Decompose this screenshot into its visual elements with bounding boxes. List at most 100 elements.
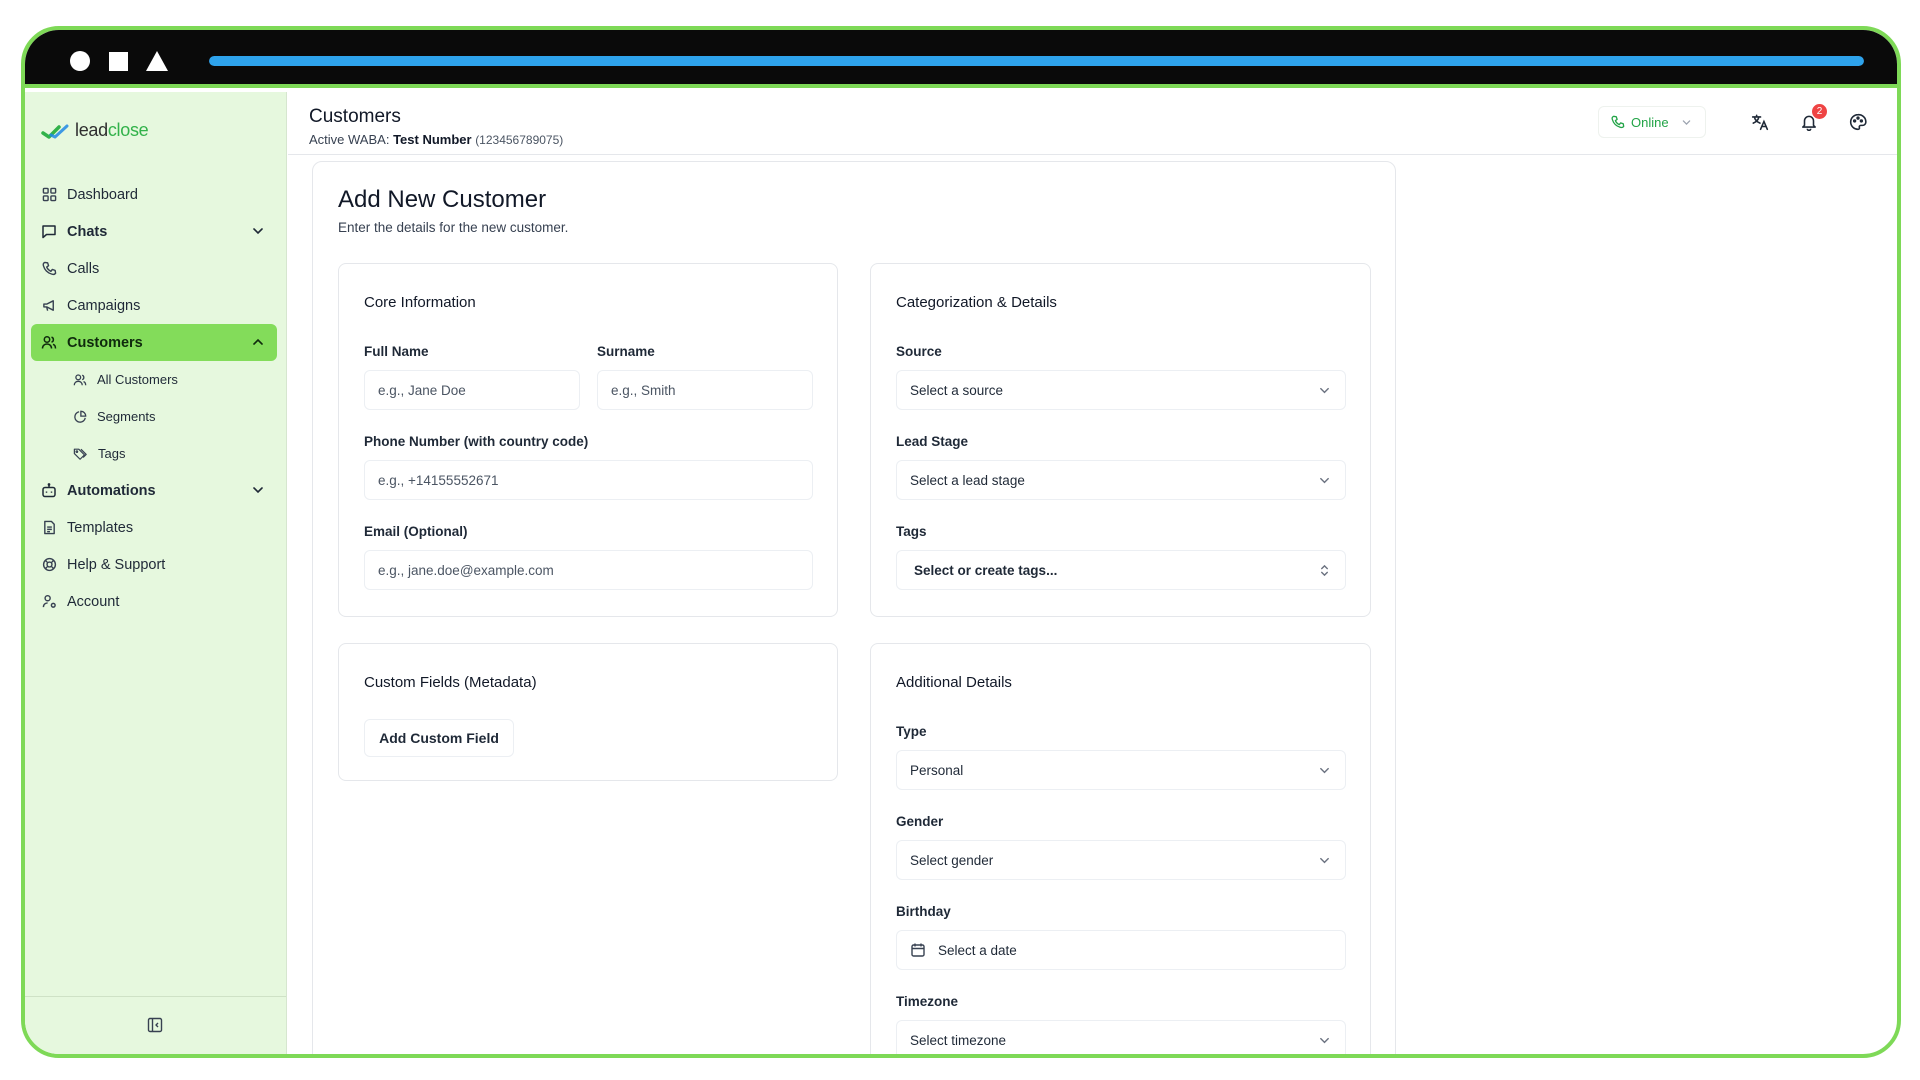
panel-title: Additional Details	[896, 674, 1012, 691]
phone-icon	[1611, 115, 1625, 129]
user-cog-icon	[41, 594, 57, 610]
tags-combobox[interactable]: Select or create tags...	[896, 550, 1346, 590]
chevron-down-icon[interactable]	[251, 483, 265, 497]
source-select-value: Select a source	[910, 382, 1004, 398]
sidebar-item-label: All Customers	[97, 372, 178, 387]
brand-name: leadclose	[75, 120, 149, 140]
phone-label: Phone Number (with country code)	[364, 434, 589, 449]
message-square-icon	[41, 224, 57, 240]
users-icon	[41, 335, 57, 351]
sidebar-item-templates[interactable]: Templates	[31, 509, 277, 546]
chevron-down-icon	[1320, 1037, 1329, 1044]
sidebar-item-label: Campaigns	[67, 297, 141, 314]
additional-details-panel: Additional Details Type Personal Gender …	[870, 643, 1371, 1054]
tags-label: Tags	[896, 524, 927, 539]
timezone-select[interactable]: Select timezone	[896, 1020, 1346, 1054]
sidebar-item-label: Help & Support	[67, 556, 166, 573]
sidebar-item-help-support[interactable]: Help & Support	[31, 546, 277, 583]
email-label: Email (Optional)	[364, 524, 468, 539]
add-custom-field-button[interactable]: Add Custom Field	[364, 719, 514, 757]
sidebar-item-calls[interactable]: Calls	[31, 250, 277, 287]
chevron-down-icon	[1320, 477, 1329, 484]
gender-label: Gender	[896, 814, 944, 829]
app-frame: leadclose Dashboard Chats Calls Campaign…	[21, 26, 1901, 1058]
bell-icon[interactable]: 2	[1799, 104, 1827, 132]
sidebar-item-all-customers[interactable]: All Customers	[31, 361, 277, 398]
progress-fill	[209, 56, 1864, 66]
source-label: Source	[896, 344, 942, 359]
sidebar-item-label: Customers	[67, 334, 143, 351]
bot-icon	[41, 483, 57, 499]
tags-icon	[73, 447, 88, 461]
sidebar-item-label: Chats	[67, 223, 108, 240]
sidebar-footer	[25, 996, 286, 1054]
triangle-icon[interactable]	[146, 51, 168, 71]
type-select-value: Personal	[910, 762, 964, 778]
chevron-down-icon[interactable]	[251, 224, 265, 238]
panel-title: Custom Fields (Metadata)	[364, 674, 537, 691]
active-waba: Active WABA: Test Number (123456789075)	[309, 132, 564, 147]
chevrons-up-down-icon	[1321, 564, 1328, 577]
logo[interactable]: leadclose	[41, 120, 149, 141]
surname-input[interactable]: e.g., Smith	[597, 370, 813, 410]
add-customer-card: Add New Customer Enter the details for t…	[312, 161, 1396, 1054]
chevron-down-icon	[1682, 119, 1690, 125]
gender-select[interactable]: Select gender	[896, 840, 1346, 880]
progress-bar	[209, 56, 1864, 66]
sidebar-item-label: Calls	[67, 260, 100, 277]
birthday-label: Birthday	[896, 904, 951, 919]
sidebar-item-label: Segments	[97, 409, 156, 424]
panel-title: Core Information	[364, 294, 476, 311]
sidebar-item-campaigns[interactable]: Campaigns	[31, 287, 277, 324]
sidebar-item-account[interactable]: Account	[31, 583, 277, 620]
full-name-label: Full Name	[364, 344, 429, 359]
sidebar-item-automations[interactable]: Automations	[31, 472, 277, 509]
users-icon	[73, 373, 87, 387]
page-title: Customers	[309, 106, 401, 127]
file-text-icon	[41, 520, 57, 536]
status-dropdown[interactable]: Online	[1598, 106, 1706, 138]
chevron-down-icon	[1320, 387, 1329, 394]
lead-stage-select-value: Select a lead stage	[910, 472, 1025, 488]
sidebar-item-label: Dashboard	[67, 186, 138, 203]
pie-chart-icon	[73, 410, 87, 424]
email-input[interactable]: e.g., jane.doe@example.com	[364, 550, 813, 590]
palette-icon[interactable]	[1848, 112, 1868, 132]
type-select[interactable]: Personal	[896, 750, 1346, 790]
status-label: Online	[1631, 114, 1669, 130]
sidebar-item-dashboard[interactable]: Dashboard	[31, 176, 277, 213]
page-header: Customers Active WABA: Test Number (1234…	[288, 92, 1897, 155]
full-name-input[interactable]: e.g., Jane Doe	[364, 370, 580, 410]
panel-title: Categorization & Details	[896, 294, 1057, 311]
sidebar-item-segments[interactable]: Segments	[31, 398, 277, 435]
phone-icon	[41, 261, 57, 277]
gender-select-value: Select gender	[910, 852, 994, 868]
core-information-panel: Core Information Full Name e.g., Jane Do…	[338, 263, 838, 617]
translate-icon[interactable]	[1750, 112, 1770, 132]
source-select[interactable]: Select a source	[896, 370, 1346, 410]
surname-label: Surname	[597, 344, 655, 359]
lead-stage-select[interactable]: Select a lead stage	[896, 460, 1346, 500]
collapse-sidebar-icon[interactable]	[147, 1017, 163, 1033]
sidebar-item-tags[interactable]: Tags	[31, 435, 277, 472]
sun-icon[interactable]	[1897, 112, 1901, 132]
chevron-up-icon[interactable]	[251, 335, 265, 349]
birthday-date-picker[interactable]: Select a date	[896, 930, 1346, 970]
notification-badge: 2	[1812, 104, 1827, 119]
window-topbar	[25, 30, 1897, 88]
sidebar-nav: Dashboard Chats Calls Campaigns Customer…	[31, 176, 277, 620]
sidebar: leadclose Dashboard Chats Calls Campaign…	[25, 92, 287, 1054]
form-subtitle: Enter the details for the new customer.	[338, 220, 569, 235]
phone-input[interactable]: e.g., +14155552671	[364, 460, 813, 500]
chevron-down-icon	[1320, 767, 1329, 774]
circle-icon[interactable]	[70, 51, 90, 71]
sidebar-item-customers[interactable]: Customers	[31, 324, 277, 361]
chevron-down-icon	[1320, 857, 1329, 864]
leadclose-logo-icon	[41, 124, 69, 139]
lead-stage-label: Lead Stage	[896, 434, 969, 449]
sidebar-item-label: Templates	[67, 519, 134, 536]
sidebar-item-label: Tags	[98, 446, 126, 461]
sidebar-item-chats[interactable]: Chats	[31, 213, 277, 250]
square-icon[interactable]	[109, 52, 128, 71]
form-title: Add New Customer	[338, 186, 547, 213]
